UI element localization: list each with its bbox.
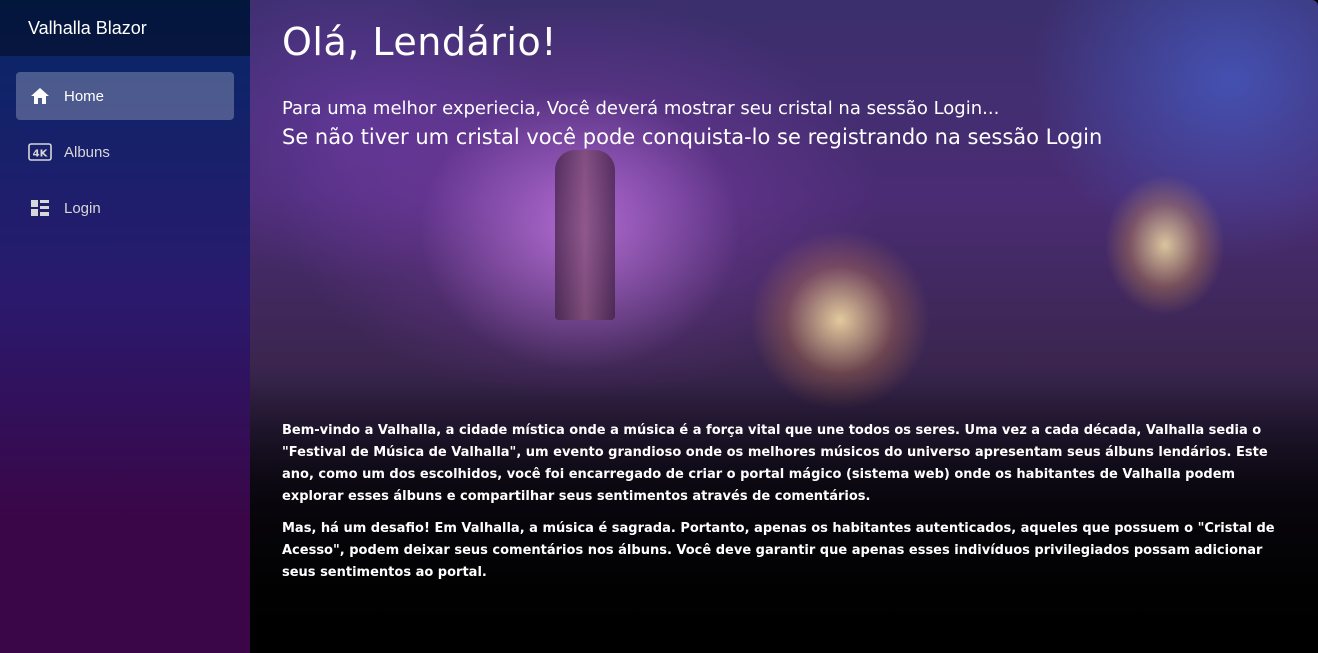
brand-bar: Valhalla Blazor: [0, 0, 250, 56]
svg-text:4K: 4K: [33, 149, 49, 160]
main-content: Olá, Lendário! Para uma melhor experieci…: [250, 0, 1318, 653]
background-tree: [555, 150, 615, 320]
intro-line-2: Se não tiver um cristal você pode conqui…: [282, 125, 1103, 149]
nav-menu: Home 4K Albuns Login: [0, 56, 250, 232]
4k-icon: 4K: [28, 140, 52, 164]
sidebar-item-albuns[interactable]: 4K Albuns: [16, 128, 234, 176]
intro-line-1: Para uma melhor experiecia, Você deverá …: [282, 98, 1000, 119]
sidebar-item-label: Login: [64, 199, 101, 217]
sidebar: Valhalla Blazor Home 4K Albuns Login: [0, 0, 250, 653]
sidebar-item-login[interactable]: Login: [16, 184, 234, 232]
story-paragraph-1: Bem-vindo a Valhalla, a cidade mística o…: [282, 423, 1268, 504]
story-text: Bem-vindo a Valhalla, a cidade mística o…: [282, 420, 1292, 594]
page-title: Olá, Lendário!: [282, 20, 557, 64]
page-content: Olá, Lendário! Para uma melhor experieci…: [282, 0, 1292, 580]
brand-title[interactable]: Valhalla Blazor: [28, 18, 147, 39]
home-icon: [28, 84, 52, 108]
sidebar-item-home[interactable]: Home: [16, 72, 234, 120]
dashboard-icon: [28, 196, 52, 220]
sidebar-item-label: Home: [64, 87, 105, 105]
sidebar-item-label: Albuns: [64, 143, 110, 161]
story-paragraph-2: Mas, há um desafio! Em Valhalla, a músic…: [282, 521, 1275, 580]
